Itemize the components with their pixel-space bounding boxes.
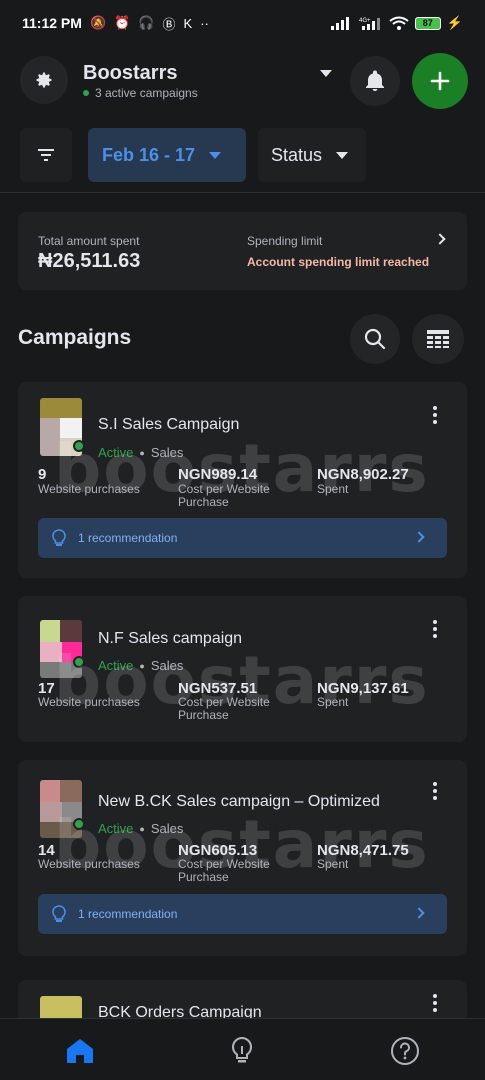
total-spent-value: ₦26,511.63 — [38, 250, 141, 272]
lightbulb-icon — [52, 905, 66, 922]
search-button[interactable] — [350, 314, 400, 364]
filter-row: Feb 16 - 17 Status — [0, 128, 485, 184]
campaign-card[interactable]: N.F Sales campaign Active ● Sales boostarr… — [18, 596, 467, 742]
nav-help[interactable] — [385, 1033, 425, 1069]
charging-icon: ⚡ — [446, 15, 463, 30]
nav-home[interactable] — [60, 1033, 100, 1069]
more-notifications-icon: ·· — [200, 15, 209, 31]
active-dot — [73, 656, 85, 668]
more-options-icon[interactable] — [432, 406, 438, 424]
account-subtitle: 3 active campaigns — [95, 86, 198, 100]
campaign-name: New B.CK Sales campaign – Optimized — [98, 793, 380, 810]
wifi-icon — [389, 16, 409, 30]
campaigns-heading: Campaigns — [18, 326, 132, 349]
chevron-right-icon[interactable] — [434, 233, 446, 245]
cost-label: Cost per Website Purchase — [178, 695, 270, 722]
alarm-icon: ⏰ — [114, 15, 131, 30]
signal-4g-icon: 4G+ — [359, 18, 380, 30]
campaign-objective: Sales — [150, 658, 184, 673]
settings-icon — [36, 72, 52, 88]
status-dropdown[interactable]: Status — [258, 128, 366, 182]
headset-icon: 🎧 — [138, 15, 155, 30]
cost-label: Cost per Website Purchase — [178, 857, 270, 884]
results-value: 9 — [38, 466, 47, 483]
campaign-card[interactable]: S.I Sales Campaign Active ● Sales boostarr… — [18, 382, 467, 578]
bottom-navigation — [0, 1018, 485, 1080]
settings-button[interactable] — [20, 56, 68, 104]
results-label: Website purchases — [38, 695, 140, 709]
spent-label: Spent — [317, 695, 349, 709]
lightbulb-icon — [52, 529, 66, 546]
b-app-icon: Ⓑ — [162, 16, 176, 32]
more-options-icon[interactable] — [432, 994, 438, 1012]
campaign-name: N.F Sales campaign — [98, 630, 243, 647]
nav-recommendations[interactable] — [222, 1033, 262, 1069]
spent-value: NGN8,902.27 — [317, 466, 409, 483]
status-dropdown-label: Status — [271, 144, 323, 165]
active-dot — [73, 818, 85, 830]
date-range-label: Feb 16 - 17 — [102, 144, 196, 165]
active-dot — [83, 90, 89, 96]
table-icon — [427, 330, 449, 348]
battery-icon: 87 — [414, 16, 441, 30]
filter-button[interactable] — [20, 128, 72, 182]
signal-icon — [330, 17, 349, 30]
home-icon — [67, 1039, 93, 1063]
spend-summary-card[interactable]: Total amount spent ₦26,511.63 Spending l… — [18, 212, 467, 290]
app-header: Boostarrs 3 active campaigns — [0, 50, 485, 114]
spending-limit-label: Spending limit — [247, 234, 323, 248]
filter-icon — [38, 149, 54, 161]
spent-label: Spent — [317, 857, 349, 871]
account-name: Boostarrs — [83, 62, 178, 84]
account-selector[interactable]: Boostarrs 3 active campaigns — [83, 62, 198, 100]
more-options-icon[interactable] — [432, 620, 438, 638]
recommendation-label: 1 recommendation — [78, 907, 178, 921]
recommendation-label: 1 recommendation — [78, 531, 178, 545]
spent-label: Spent — [317, 482, 349, 496]
plus-icon — [430, 71, 450, 91]
divider — [0, 192, 485, 193]
cost-label: Cost per Website Purchase — [178, 482, 270, 509]
chevron-down-icon — [336, 151, 349, 159]
results-label: Website purchases — [38, 857, 140, 871]
recommendation-banner[interactable]: 1 recommendation — [38, 894, 447, 934]
campaign-objective: Sales — [150, 821, 184, 836]
bell-icon — [366, 70, 384, 91]
campaign-card[interactable]: New B.CK Sales campaign – Optimized Acti… — [18, 760, 467, 956]
more-options-icon[interactable] — [432, 782, 438, 800]
campaign-status: Active — [98, 821, 134, 836]
table-view-button[interactable] — [412, 314, 464, 364]
search-icon — [364, 328, 386, 350]
mute-icon: 🔕 — [89, 15, 107, 30]
notifications-button[interactable] — [350, 56, 400, 106]
active-dot — [73, 440, 85, 452]
chevron-down-icon[interactable] — [320, 70, 332, 77]
status-time: 11:12 PM — [22, 15, 82, 31]
date-range-dropdown[interactable]: Feb 16 - 17 — [88, 128, 246, 182]
results-label: Website purchases — [38, 482, 140, 496]
chevron-right-icon — [413, 531, 425, 543]
campaign-status: Active — [98, 658, 134, 673]
recommendation-banner[interactable]: 1 recommendation — [38, 518, 447, 558]
status-bar: 11:12 PM 🔕 ⏰ 🎧 Ⓑ K ·· 4G+ 87 ⚡ — [0, 0, 485, 46]
create-campaign-button[interactable] — [412, 53, 468, 109]
svg-text:4G+: 4G+ — [359, 18, 371, 24]
k-app-icon: K — [183, 15, 193, 31]
lightbulb-icon — [231, 1036, 253, 1063]
chevron-right-icon — [413, 907, 425, 919]
spending-limit-warning: Account spending limit reached — [247, 255, 430, 269]
total-spent-label: Total amount spent — [38, 234, 140, 248]
campaign-objective: Sales — [150, 445, 184, 460]
cost-value: NGN989.14 — [178, 466, 258, 483]
campaign-name: S.I Sales Campaign — [98, 416, 240, 433]
chevron-down-icon — [209, 151, 222, 159]
help-icon — [391, 1037, 419, 1065]
campaign-thumbnail — [40, 620, 82, 678]
campaign-status: Active — [98, 445, 134, 460]
